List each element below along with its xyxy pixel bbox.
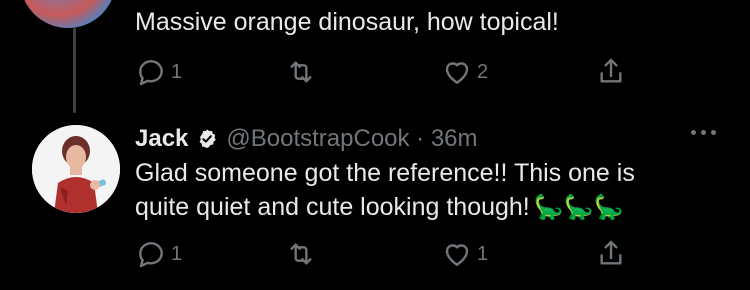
retweet-button[interactable] xyxy=(285,54,317,90)
like-count: 1 xyxy=(477,242,489,265)
author-handle-and-time[interactable]: @BootstrapCook · 36m xyxy=(226,125,477,153)
verified-badge-icon xyxy=(199,129,217,149)
like-button[interactable]: 2 xyxy=(441,54,488,90)
share-icon xyxy=(600,58,622,83)
reply-tweet-text-line2-content: quite quiet and cute looking though! xyxy=(135,193,530,221)
reply-button[interactable]: 1 xyxy=(135,54,182,90)
thread-connector-line xyxy=(73,28,76,113)
reply-button[interactable]: 1 xyxy=(135,236,182,272)
reply-author-avatar[interactable] xyxy=(32,125,120,213)
reply-icon xyxy=(139,60,163,86)
dinosaur-emojis: 🦕🦕🦕 xyxy=(533,194,624,221)
share-button[interactable] xyxy=(595,54,627,90)
reply-count: 1 xyxy=(171,242,183,265)
parent-avatar[interactable] xyxy=(20,0,116,28)
like-button[interactable]: 1 xyxy=(441,236,488,272)
avatar-image xyxy=(32,125,120,213)
retweet-button[interactable] xyxy=(285,236,317,272)
parent-tweet-actions: 1 2 xyxy=(135,54,635,90)
retweet-icon xyxy=(290,243,312,265)
more-options-icon[interactable] xyxy=(691,130,716,135)
like-count: 2 xyxy=(477,60,489,83)
reply-tweet-text-line1: Glad someone got the reference!! This on… xyxy=(135,159,635,187)
share-icon xyxy=(600,240,622,265)
author-name[interactable]: Jack xyxy=(135,125,188,153)
reply-icon xyxy=(139,242,163,268)
reply-tweet-actions: 1 1 xyxy=(135,236,635,272)
reply-count: 1 xyxy=(171,60,183,83)
share-button[interactable] xyxy=(595,236,627,272)
heart-icon xyxy=(445,244,469,266)
parent-tweet-text: Massive orange dinosaur, how topical! xyxy=(135,8,559,36)
retweet-icon xyxy=(290,61,312,83)
reply-tweet-text-line2: quite quiet and cute looking though! 🦕🦕🦕 xyxy=(135,190,623,225)
heart-icon xyxy=(445,62,469,84)
reply-tweet-header: Jack @BootstrapCook · 36m xyxy=(135,122,478,156)
